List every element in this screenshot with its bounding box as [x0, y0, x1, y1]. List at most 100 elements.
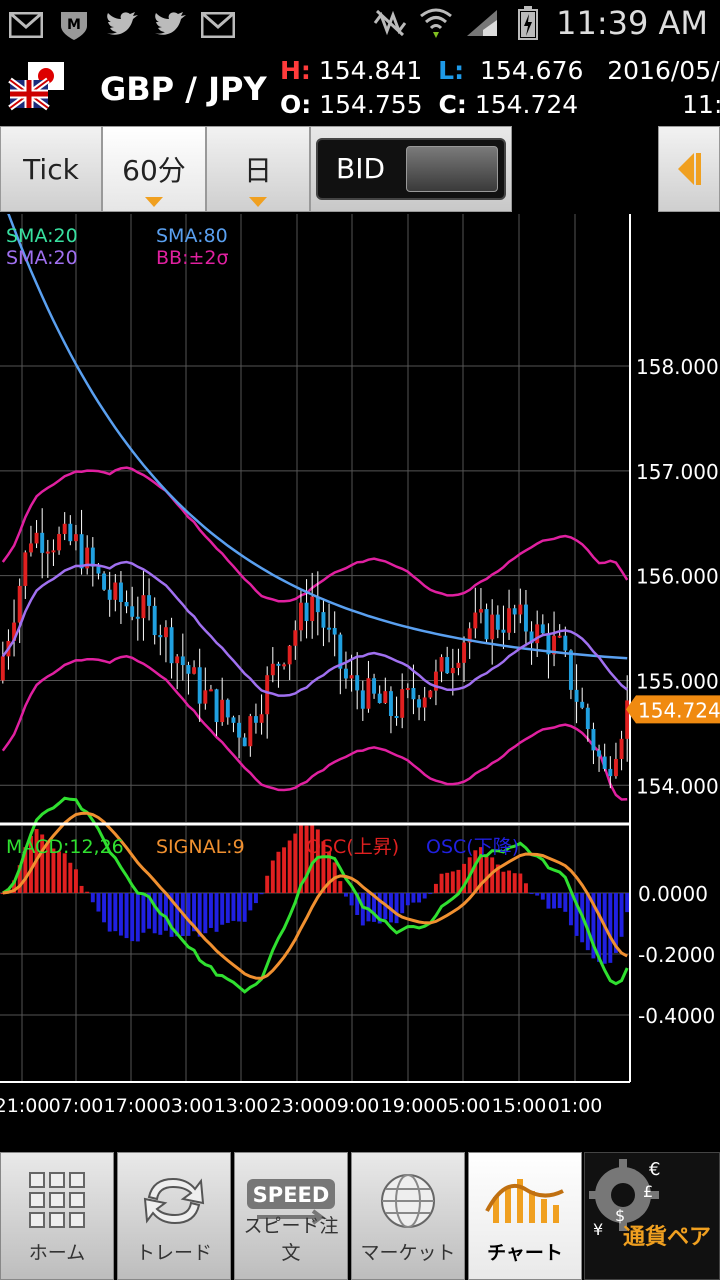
- candle-body: [130, 606, 135, 617]
- candle-body: [310, 596, 315, 622]
- candle-body: [360, 690, 365, 709]
- candle-body: [439, 657, 444, 672]
- macd-histogram-bar: [507, 870, 512, 894]
- macd-histogram-bar: [130, 893, 135, 942]
- nav-speed-order-label: スピード注文: [243, 1215, 339, 1264]
- bottom-nav: ホーム トレード SPEED スピード注文 マーケット チャート € £ ¥ $…: [0, 1146, 720, 1280]
- macd-histogram-bar: [208, 893, 213, 928]
- macd-histogram-bar: [360, 893, 365, 926]
- candle-body: [124, 602, 129, 607]
- candle-body: [535, 624, 540, 644]
- tab-daily[interactable]: 日: [206, 126, 310, 212]
- macd-histogram-bar: [186, 893, 191, 936]
- candle-body: [568, 650, 573, 690]
- candle-body: [343, 668, 348, 679]
- nav-trade[interactable]: トレード: [117, 1152, 231, 1280]
- macd-histogram-bar: [484, 856, 489, 894]
- candle-body: [231, 717, 236, 723]
- price-grid: [0, 214, 630, 822]
- candle-body: [574, 689, 579, 702]
- macd-histogram-bar: [237, 893, 242, 922]
- candle-body: [445, 657, 450, 674]
- macd-histogram-bar: [265, 875, 270, 894]
- macd-histogram-bar: [242, 893, 247, 922]
- price-legend-label: BB:±2σ: [156, 247, 229, 269]
- candle-body: [388, 691, 393, 717]
- price-chart[interactable]: 158.000 157.000 156.000 155.000 154.000 0.000…: [0, 214, 720, 1124]
- candle-body: [147, 595, 152, 606]
- macd-tick-label: -0.2000: [638, 943, 715, 967]
- candlesticks: [0, 508, 630, 789]
- macd-histogram-bar: [546, 893, 551, 909]
- macd-histogram-bar: [552, 893, 557, 909]
- macd-histogram-bar: [394, 893, 399, 924]
- refresh-arrows-icon: [118, 1171, 230, 1235]
- tab-tick[interactable]: Tick: [0, 126, 102, 212]
- macd-histogram-bar: [68, 862, 73, 894]
- tab-60min[interactable]: 60分: [102, 126, 206, 212]
- nav-speed-order[interactable]: SPEED スピード注文: [234, 1152, 348, 1280]
- macd-histogram-bar: [625, 893, 630, 913]
- time-tick-label: 19:00: [381, 1095, 436, 1117]
- macd-histogram-bar: [113, 893, 118, 932]
- grid-icon: [1, 1171, 113, 1235]
- nav-home[interactable]: ホーム: [0, 1152, 114, 1280]
- svg-text:¥: ¥: [593, 1220, 603, 1239]
- candle-body: [585, 707, 590, 730]
- macd-histogram-bar: [450, 871, 455, 894]
- candle-body: [113, 582, 118, 600]
- macd-histogram-bar: [433, 883, 438, 894]
- mcafee-icon: M: [56, 8, 92, 42]
- macd-histogram-bar: [405, 893, 410, 906]
- currency-pair-button[interactable]: € £ ¥ $ 通貨ペア: [584, 1152, 720, 1280]
- macd-legend-label: MACD:12,26: [6, 836, 124, 858]
- candle-body: [152, 605, 157, 636]
- candle-body: [293, 630, 298, 646]
- candle-body: [512, 608, 517, 615]
- macd-histogram-bar: [439, 873, 444, 894]
- candle-body: [62, 523, 67, 534]
- collapse-panel-button[interactable]: [658, 126, 720, 212]
- macd-histogram-bar: [287, 840, 292, 894]
- macd-line: [2, 796, 629, 994]
- nav-chart[interactable]: チャート: [468, 1152, 582, 1280]
- quote-date: 2016/05/09: [607, 56, 720, 85]
- macd-histogram-bar: [349, 893, 354, 906]
- current-price-label: 154.724: [638, 698, 720, 722]
- mail-icon: [8, 8, 44, 42]
- nav-market[interactable]: マーケット: [351, 1152, 465, 1280]
- price-tick-label: 154.000: [636, 774, 719, 798]
- candle-body: [34, 532, 39, 544]
- candle-body: [0, 656, 5, 681]
- candle-body: [186, 665, 191, 674]
- low-label: L:: [438, 56, 465, 85]
- time-tick-label: 09:00: [325, 1095, 380, 1117]
- macd-histogram-bar: [293, 833, 298, 894]
- chart-icon: [469, 1171, 581, 1235]
- macd-histogram-bar: [214, 893, 219, 932]
- candle-body: [608, 768, 613, 777]
- candle-body: [540, 624, 545, 634]
- candle-body: [591, 729, 596, 751]
- candle-body: [259, 714, 264, 723]
- macd-histogram-bar: [102, 893, 107, 923]
- candle-body: [225, 699, 230, 718]
- candle-body: [203, 690, 208, 704]
- moving-averages: [1, 214, 628, 697]
- price-tick-label: 158.000: [636, 355, 719, 379]
- time-tick-label: 13:00: [214, 1095, 269, 1117]
- dropdown-triangle-icon: [145, 197, 163, 207]
- candle-body: [208, 689, 213, 692]
- currency-pair: GBP / JPY: [100, 70, 267, 108]
- candle-body: [411, 688, 416, 700]
- macd-histogram-bar: [79, 885, 84, 894]
- macd-histogram-bar: [90, 893, 95, 903]
- candle-body: [327, 627, 332, 630]
- price-legend-label: SMA:20: [6, 247, 78, 269]
- candle-body: [523, 604, 528, 632]
- macd-histogram-bar: [276, 851, 281, 894]
- candle-body: [163, 627, 168, 638]
- bid-ask-toggle[interactable]: BID: [316, 138, 506, 200]
- time-tick-label: 15:00: [492, 1095, 547, 1117]
- candle-body: [473, 612, 478, 629]
